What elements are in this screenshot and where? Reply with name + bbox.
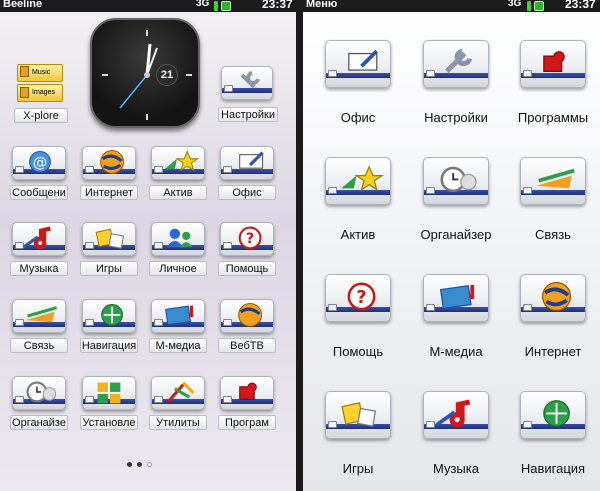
multimedia-icon — [423, 274, 489, 322]
menu-games-label: Игры — [342, 461, 374, 476]
webtv-icon — [220, 299, 274, 333]
status-bar: Beeline 3G 23:37 — [0, 0, 296, 12]
app-programs-label: Програм — [218, 415, 276, 430]
analog-clock-widget[interactable]: 21 — [90, 18, 200, 128]
internet-icon — [520, 274, 586, 322]
settings-icon — [423, 40, 489, 88]
menu-settings-label: Настройки — [424, 110, 488, 125]
app-multimedia-label: М-медиа — [149, 338, 207, 353]
active-icon — [325, 157, 391, 205]
svg-text:@: @ — [33, 155, 48, 171]
app-connection-label: Связь — [10, 338, 68, 353]
battery-icon — [534, 1, 544, 11]
menu-navigation-label: Навигация — [520, 461, 586, 476]
app-music-label: Музыка — [10, 261, 68, 276]
app-installed-label: Установле — [80, 415, 138, 430]
network-indicator: 3G — [196, 0, 210, 9]
menu-music-label: Музыка — [433, 461, 479, 476]
office-icon — [220, 146, 274, 180]
music-icon — [423, 391, 489, 439]
menu-office-label: Офис — [340, 110, 376, 125]
menu-internet-label: Интернет — [524, 344, 582, 359]
menu-connection-label: Связь — [535, 227, 571, 242]
games-icon — [82, 222, 136, 256]
screen-title: Меню — [306, 0, 338, 10]
navigation-icon — [520, 391, 586, 439]
app-games-label: Игры — [80, 261, 138, 276]
internet-icon — [82, 146, 136, 180]
network-indicator: 3G — [508, 0, 522, 9]
page-dot[interactable] — [127, 462, 132, 467]
help-icon: ? — [220, 222, 274, 256]
page-dot-active[interactable] — [147, 462, 152, 467]
app-office-label: Офис — [218, 185, 276, 200]
programs-icon — [220, 376, 274, 410]
music-folder-icon — [20, 66, 29, 77]
app-personal-label: Личное — [149, 261, 207, 276]
clock-date: 21 — [156, 64, 178, 86]
active-icon — [151, 146, 205, 180]
clock-face-icon — [102, 30, 192, 120]
status-bar: Меню 3G 23:37 — [303, 0, 600, 12]
page-dot[interactable] — [137, 462, 142, 467]
status-time: 23:37 — [262, 0, 293, 11]
message-icon: @ — [12, 146, 66, 180]
svg-text:?: ? — [356, 288, 366, 308]
menu-help-label: Помощь — [332, 344, 384, 359]
status-time: 23:37 — [565, 0, 596, 11]
home-screen: Beeline 3G 23:37 Music Images X-plore 21 — [0, 0, 296, 491]
signal-icon — [527, 1, 531, 11]
carrier-name: Beeline — [3, 0, 43, 10]
app-messages-label: Сообщени — [10, 185, 68, 200]
app-help-label: Помощь — [218, 261, 276, 276]
settings-label: Настройки — [218, 107, 278, 122]
page-indicator — [127, 454, 157, 472]
menu-screen: Меню 3G 23:37 Офис Настройки Программы Акти… — [303, 0, 600, 491]
programs-icon — [520, 40, 586, 88]
connection-icon — [12, 299, 66, 333]
images-folder-icon — [20, 87, 29, 98]
menu-organizer-label: Органайзер — [420, 227, 492, 242]
menu-programs-label: Программы — [517, 110, 589, 125]
app-organizer-label: Органайзе — [10, 415, 68, 430]
app-active-label: Актив — [149, 185, 207, 200]
battery-icon — [221, 1, 231, 11]
multimedia-icon — [151, 299, 205, 333]
installed-icon — [82, 376, 136, 410]
utilities-icon — [151, 376, 205, 410]
folder-icon: Music Images — [17, 62, 63, 104]
games-icon — [325, 391, 391, 439]
settings-icon — [221, 66, 273, 100]
xplore-label: X-plore — [14, 108, 68, 123]
menu-active-label: Актив — [340, 227, 376, 242]
office-icon — [325, 40, 391, 88]
app-utilities-label: Утилиты — [149, 415, 207, 430]
menu-multimedia-label: М-медиа — [429, 344, 483, 359]
connection-icon — [520, 157, 586, 205]
personal-icon — [151, 222, 205, 256]
app-navigation-label: Навигация — [80, 338, 138, 353]
organizer-icon — [12, 376, 66, 410]
signal-icon — [214, 1, 218, 11]
app-internet-label: Интернет — [80, 185, 138, 200]
organizer-icon — [423, 157, 489, 205]
svg-text:?: ? — [246, 231, 254, 247]
app-webtv-label: ВебТВ — [218, 338, 276, 353]
navigation-icon — [82, 299, 136, 333]
music-icon — [12, 222, 66, 256]
help-icon: ? — [325, 274, 391, 322]
screen-divider — [296, 0, 303, 491]
